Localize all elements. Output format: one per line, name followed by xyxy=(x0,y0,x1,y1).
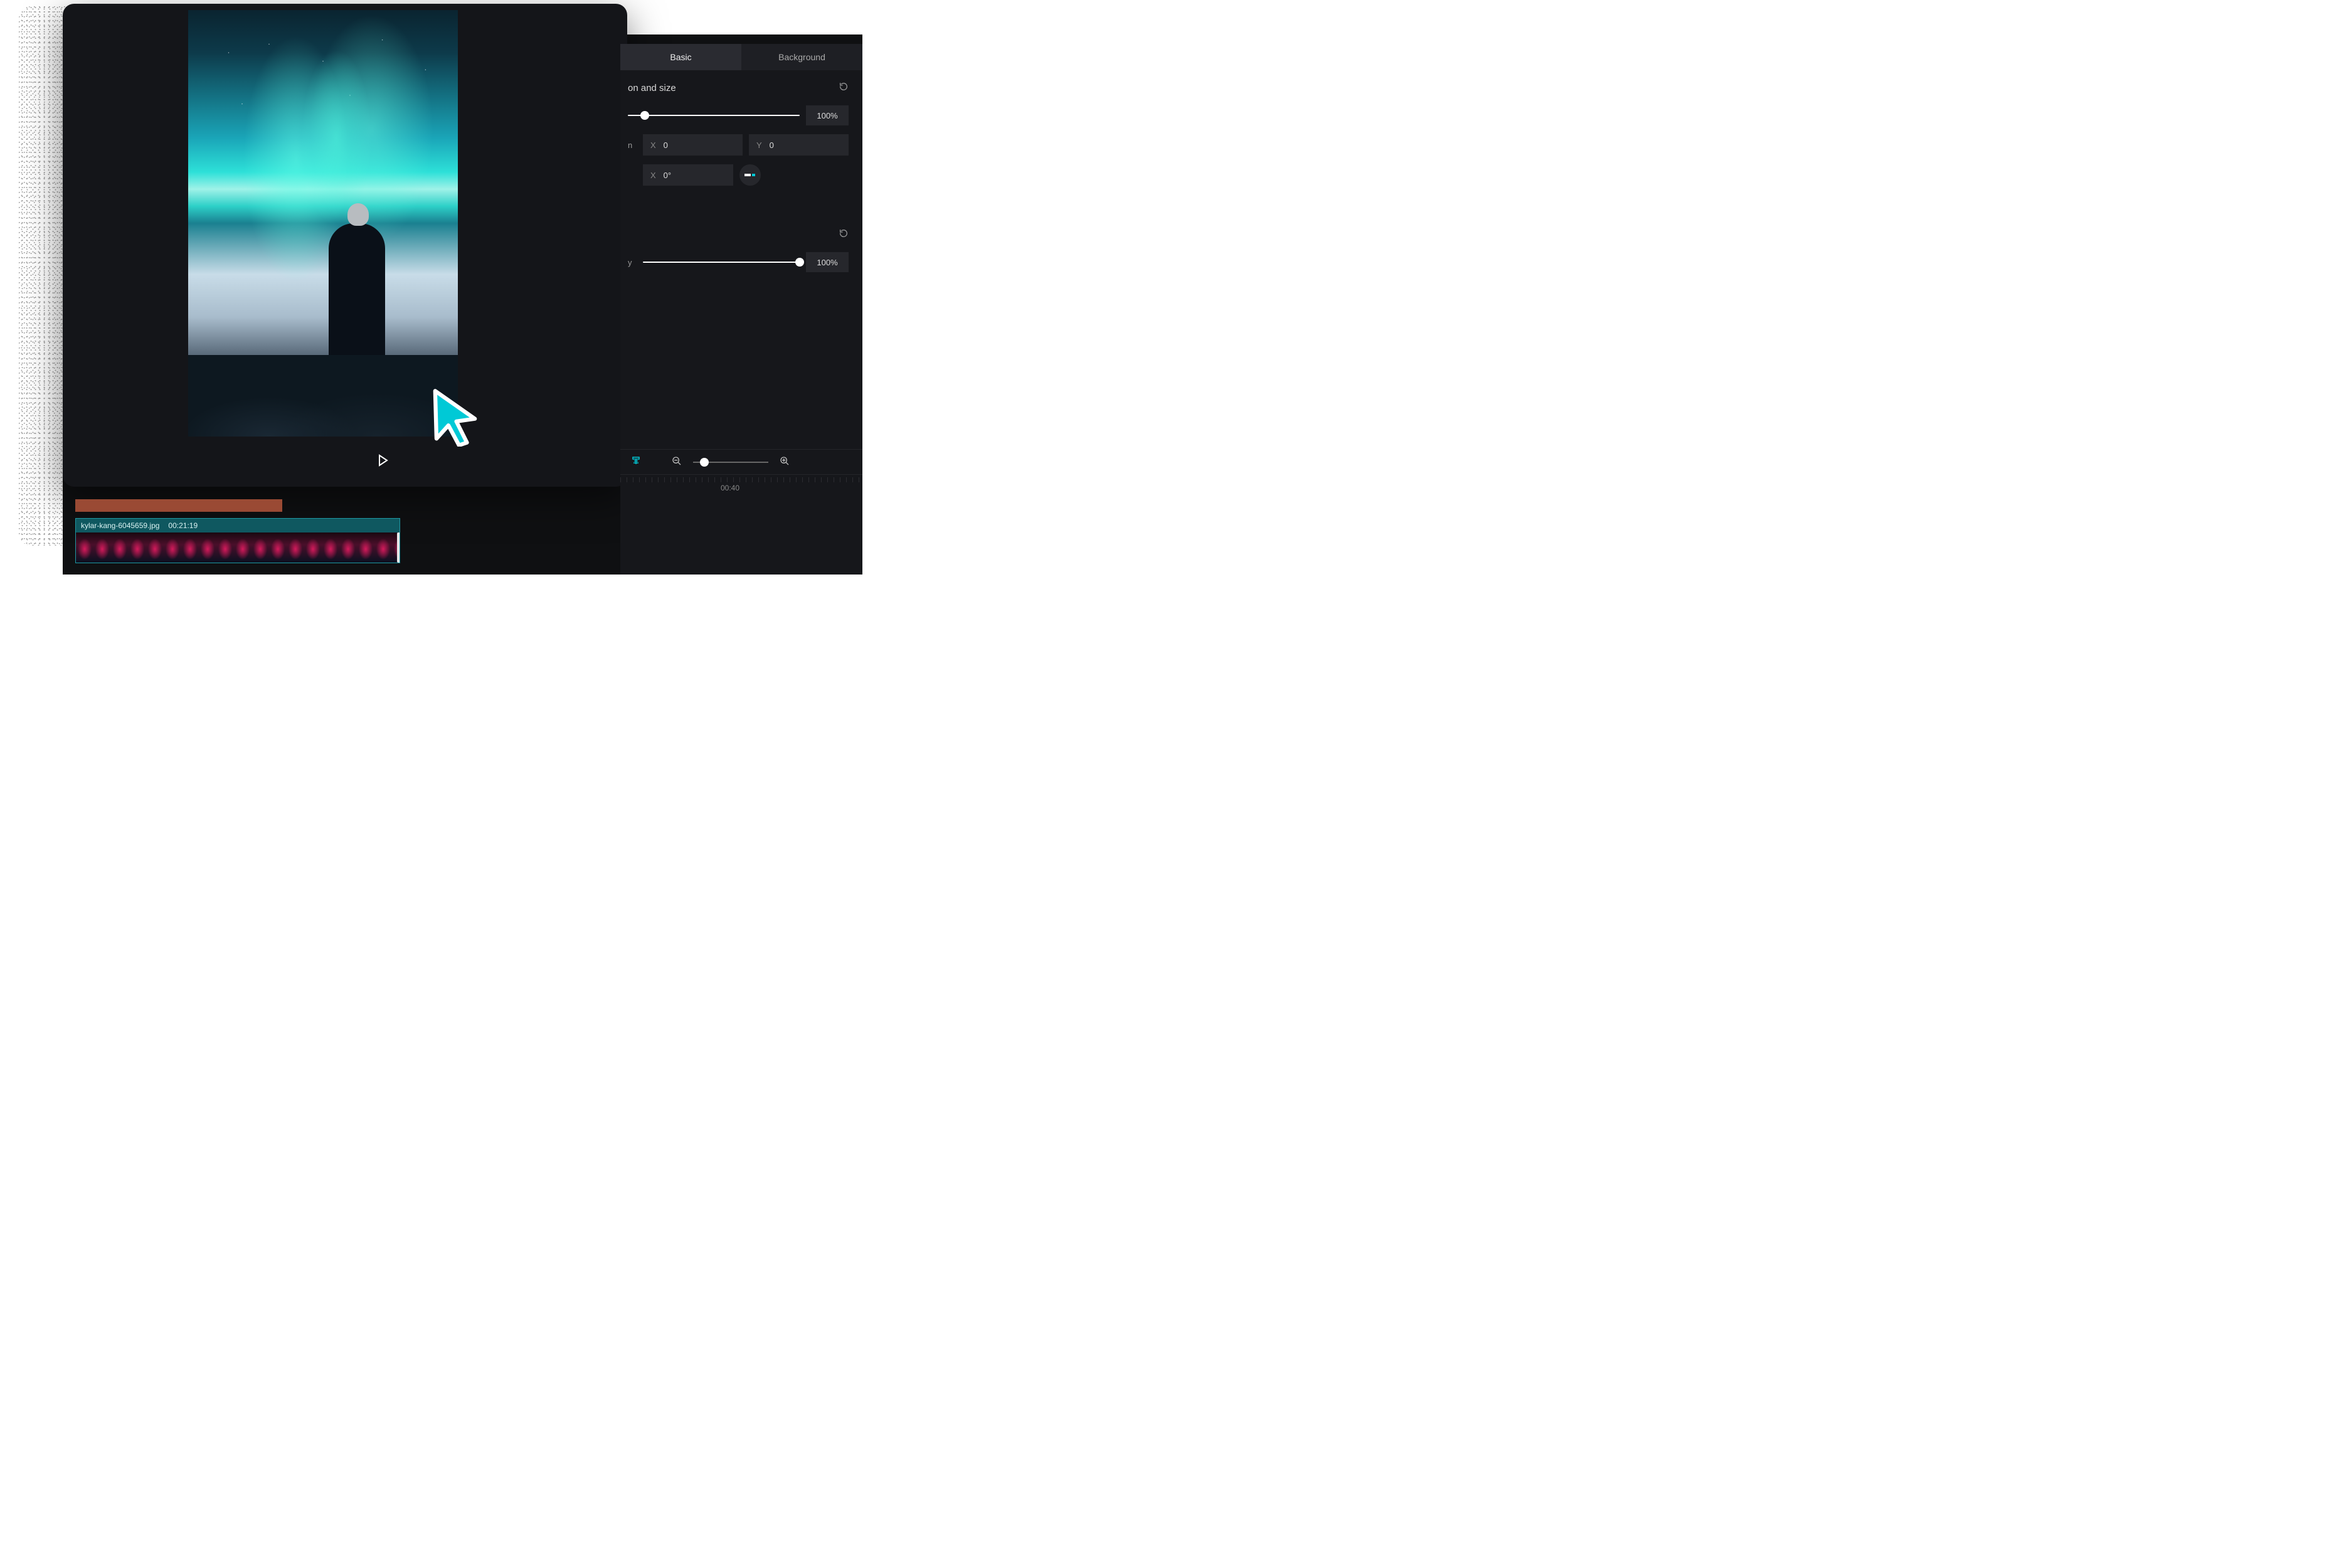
opacity-row: y 100% xyxy=(628,252,849,272)
zoom-in-icon xyxy=(780,456,790,466)
timeline-ruler[interactable]: 00:40 xyxy=(620,474,862,499)
position-x-value: 0 xyxy=(664,140,668,150)
timeline-marker-button[interactable] xyxy=(630,455,642,469)
scale-row: 100% xyxy=(628,105,849,125)
position-y-value: 0 xyxy=(770,140,774,150)
inspector-panel: Basic Background on and size 100% n X 0 xyxy=(620,44,862,575)
opacity-slider[interactable] xyxy=(643,262,800,263)
rotation-mode-icon xyxy=(744,172,756,178)
scale-slider[interactable] xyxy=(628,115,800,116)
rotation-axis-label: X xyxy=(650,171,656,180)
rotation-mode-button[interactable] xyxy=(739,164,761,186)
section-opacity: y 100% xyxy=(620,217,862,285)
tab-basic[interactable]: Basic xyxy=(620,44,741,70)
opacity-value[interactable]: 100% xyxy=(806,252,849,272)
section-position-size: on and size 100% n X 0 Y 0 xyxy=(620,70,862,198)
reset-icon xyxy=(839,228,849,238)
timeline-clip[interactable]: kylar-kang-6045659.jpg 00:21:19 xyxy=(75,518,400,563)
play-icon xyxy=(375,453,390,468)
rotation-input[interactable]: X 0° xyxy=(643,164,733,186)
rotation-row: X 0° xyxy=(628,164,849,186)
ruler-time-label: 00:40 xyxy=(721,484,739,492)
position-y-input[interactable]: Y 0 xyxy=(749,134,849,156)
section-title-position-size: on and size xyxy=(628,83,676,93)
clip-header: kylar-kang-6045659.jpg 00:21:19 xyxy=(76,519,400,532)
inspector-tabs: Basic Background xyxy=(620,44,862,70)
preview-image-foreground xyxy=(188,355,458,437)
marker-icon xyxy=(630,455,642,467)
position-x-input[interactable]: X 0 xyxy=(643,134,743,156)
scale-value[interactable]: 100% xyxy=(806,105,849,125)
timeline-zoom-toolbar xyxy=(620,449,862,474)
zoom-slider[interactable] xyxy=(693,462,768,463)
clip-filename: kylar-kang-6045659.jpg xyxy=(81,521,159,530)
preview-image-content xyxy=(329,223,385,361)
clip-trim-handle[interactable] xyxy=(397,532,400,563)
clip-thumbnails xyxy=(76,532,400,563)
reset-icon xyxy=(839,82,849,92)
tab-background[interactable]: Background xyxy=(741,44,862,70)
clip-duration: 00:21:19 xyxy=(168,521,198,530)
rotation-value: 0° xyxy=(664,171,671,180)
preview-canvas[interactable] xyxy=(188,10,458,437)
zoom-out-icon xyxy=(672,456,682,466)
opacity-label: y xyxy=(628,258,637,267)
zoom-in-button[interactable] xyxy=(780,456,790,468)
axis-y-label: Y xyxy=(756,140,762,150)
ruler-ticks xyxy=(620,477,862,482)
timeline: kylar-kang-6045659.jpg 00:21:19 xyxy=(75,499,862,575)
zoom-out-button[interactable] xyxy=(672,456,682,468)
timeline-track-audio[interactable] xyxy=(75,499,282,512)
axis-x-label: X xyxy=(650,140,656,150)
position-label: n xyxy=(628,140,637,150)
play-button[interactable] xyxy=(375,453,390,468)
reset-opacity-button[interactable] xyxy=(839,228,849,241)
position-row: n X 0 Y 0 xyxy=(628,134,849,156)
reset-position-size-button[interactable] xyxy=(839,82,849,94)
preview-panel xyxy=(63,4,627,487)
